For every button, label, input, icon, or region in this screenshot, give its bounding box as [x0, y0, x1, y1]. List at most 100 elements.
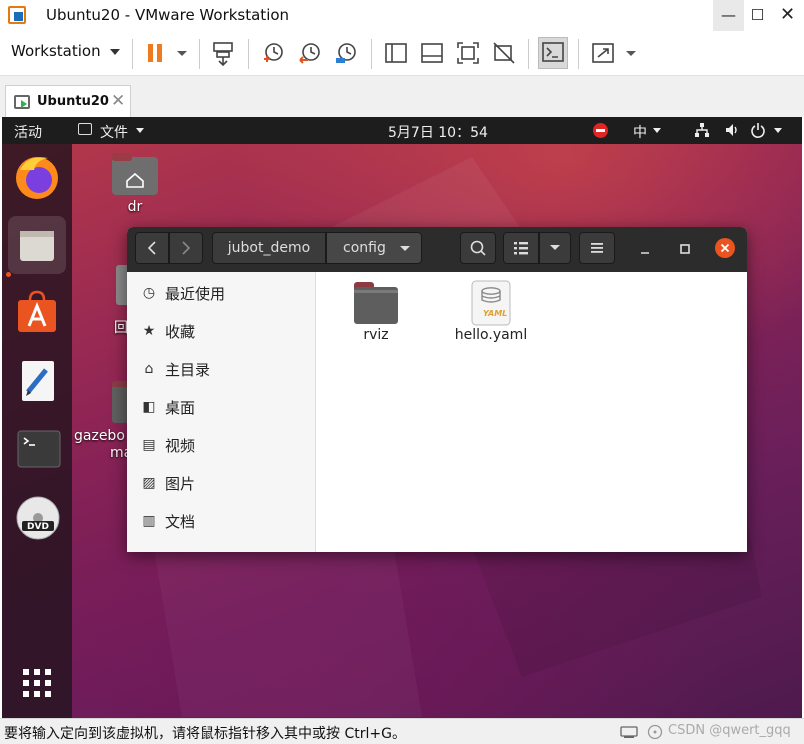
- terminal-icon[interactable]: [8, 420, 66, 478]
- sidebar-item-starred[interactable]: ★ 收藏: [141, 318, 311, 348]
- file-item[interactable]: YAML hello.yaml: [446, 280, 536, 350]
- home-icon: ⌂: [144, 361, 154, 377]
- snapshot-take-icon[interactable]: [259, 39, 287, 67]
- toolbar-divider: [528, 39, 529, 69]
- tab-ubuntu20[interactable]: Ubuntu20 ✕: [5, 85, 131, 118]
- close-window-icon[interactable]: [714, 237, 736, 259]
- home-folder-icon[interactable]: [110, 153, 160, 197]
- vm-running-icon: [14, 95, 30, 109]
- show-apps-icon[interactable]: [8, 654, 66, 712]
- sidebar-item-recent[interactable]: ◷ 最近使用: [141, 280, 311, 310]
- menu-button[interactable]: [579, 232, 615, 264]
- file-view[interactable]: rviz YAML hello.yaml: [316, 272, 747, 552]
- console-view-icon[interactable]: [538, 37, 568, 69]
- volume-icon[interactable]: [724, 122, 740, 138]
- toolbar-divider: [578, 39, 579, 69]
- sidebar-item-videos[interactable]: ▤ 视频: [141, 432, 311, 462]
- main-toolbar: Workstation: [0, 31, 804, 75]
- dropdown-icon[interactable]: [168, 39, 190, 67]
- tab-strip: Ubuntu20 ✕: [0, 75, 804, 118]
- chevron-down-icon[interactable]: [110, 49, 120, 55]
- firefox-icon[interactable]: [8, 148, 66, 206]
- sidebar-item-label: 视频: [165, 437, 196, 455]
- desktop-icon-label: gazebo: [74, 428, 125, 444]
- sidebar-item-documents[interactable]: ▥ 文档: [141, 508, 311, 538]
- files-icon[interactable]: [8, 216, 66, 274]
- search-icon: [470, 240, 486, 256]
- power-icon[interactable]: [750, 122, 766, 138]
- forward-button[interactable]: [169, 232, 203, 264]
- view-options-button[interactable]: [539, 232, 571, 264]
- file-manager-headerbar: jubot_demo config: [127, 227, 747, 272]
- close-button[interactable]: ✕: [772, 0, 803, 31]
- fit-guest-icon[interactable]: [454, 39, 482, 67]
- network-icon[interactable]: [694, 122, 710, 138]
- vmware-logo-icon: [8, 6, 26, 24]
- toolbar-divider: [199, 39, 200, 69]
- gnome-top-bar: 活动 文件 5月7日 10：54 中: [2, 117, 802, 144]
- sidebar-item-label: 文档: [165, 513, 196, 531]
- close-icon[interactable]: ✕: [111, 91, 125, 111]
- file-name: rviz: [363, 327, 389, 343]
- yaml-file-icon: [471, 280, 511, 326]
- app-menu[interactable]: 文件: [100, 122, 128, 142]
- dvd-icon[interactable]: DVD: [8, 488, 66, 546]
- folder-icon: [354, 282, 398, 324]
- sidebar-toggle-icon[interactable]: [382, 39, 410, 67]
- watermark: CSDN @qwert_gqq: [668, 723, 791, 738]
- sidebar-item-label: 桌面: [165, 399, 196, 417]
- guest-screen[interactable]: 活动 文件 5月7日 10：54 中 DVD dr 回 gazebo ma ju…: [2, 117, 802, 718]
- breadcrumb-config[interactable]: config: [326, 232, 422, 264]
- back-button[interactable]: [135, 232, 169, 264]
- folder-icon: [78, 123, 92, 135]
- chevron-down-icon[interactable]: [774, 128, 782, 133]
- window-title: Ubuntu20 - VMware Workstation: [46, 6, 290, 24]
- status-bar: 要将输入定向到该虚拟机，请将鼠标指针移入其中或按 Ctrl+G。 CSDN @q…: [0, 718, 804, 744]
- activities-button[interactable]: 活动: [14, 122, 42, 142]
- breadcrumb-jubot-demo[interactable]: jubot_demo: [212, 232, 326, 264]
- sidebar-item-label: 主目录: [165, 361, 211, 379]
- dropdown-icon[interactable]: [617, 39, 637, 67]
- video-icon: ▤: [142, 437, 156, 453]
- list-view-icon: [514, 242, 528, 255]
- tab-label: Ubuntu20: [37, 94, 109, 109]
- document-icon: ▥: [142, 513, 156, 529]
- sidebar-item-label: 最近使用: [165, 285, 226, 303]
- workstation-menu[interactable]: Workstation: [11, 42, 101, 60]
- folder-item[interactable]: rviz: [346, 280, 406, 350]
- search-button[interactable]: [460, 232, 496, 264]
- star-icon: ★: [142, 323, 156, 339]
- svg-text:DVD: DVD: [27, 522, 49, 532]
- input-method-indicator[interactable]: 中: [633, 122, 647, 142]
- chevron-down-icon: [136, 128, 144, 133]
- view-list-button[interactable]: [503, 232, 539, 264]
- maximize-button[interactable]: ☐: [742, 0, 773, 31]
- error-indicator-icon[interactable]: [593, 123, 608, 138]
- software-center-icon[interactable]: [8, 284, 66, 342]
- network-adapter-icon[interactable]: [620, 725, 640, 739]
- text-editor-icon[interactable]: [8, 352, 66, 410]
- window-titlebar: Ubuntu20 - VMware Workstation — ☐ ✕: [0, 0, 804, 31]
- status-message: 要将输入定向到该虚拟机，请将鼠标指针移入其中或按 Ctrl+G。: [4, 726, 406, 742]
- folder-icon[interactable]: [112, 381, 128, 423]
- snapshot-manager-icon[interactable]: [332, 39, 360, 67]
- unity-off-icon[interactable]: [490, 39, 518, 67]
- maximize-window-icon[interactable]: [677, 241, 693, 257]
- fullscreen-icon[interactable]: [589, 39, 617, 67]
- sidebar-item-home[interactable]: ⌂ 主目录: [141, 356, 311, 386]
- pause-icon[interactable]: [142, 39, 170, 67]
- sidebar-item-pictures[interactable]: ▨ 图片: [141, 470, 311, 500]
- minimize-button[interactable]: —: [713, 0, 744, 31]
- dock: DVD: [2, 144, 72, 718]
- thumbnail-bar-icon[interactable]: [418, 39, 446, 67]
- picture-icon: ▨: [142, 475, 156, 491]
- sidebar-item-desktop[interactable]: ◧ 桌面: [141, 394, 311, 424]
- toolbar-divider: [371, 39, 372, 69]
- cd-drive-icon[interactable]: [646, 724, 664, 740]
- clock[interactable]: 5月7日 10：54: [388, 122, 488, 142]
- send-ctrl-alt-del-icon[interactable]: [209, 39, 237, 67]
- snapshot-revert-icon[interactable]: [296, 39, 324, 67]
- desktop-icon-label: dr: [127, 199, 143, 215]
- minimize-window-icon[interactable]: [637, 241, 653, 257]
- toolbar-divider: [248, 39, 249, 69]
